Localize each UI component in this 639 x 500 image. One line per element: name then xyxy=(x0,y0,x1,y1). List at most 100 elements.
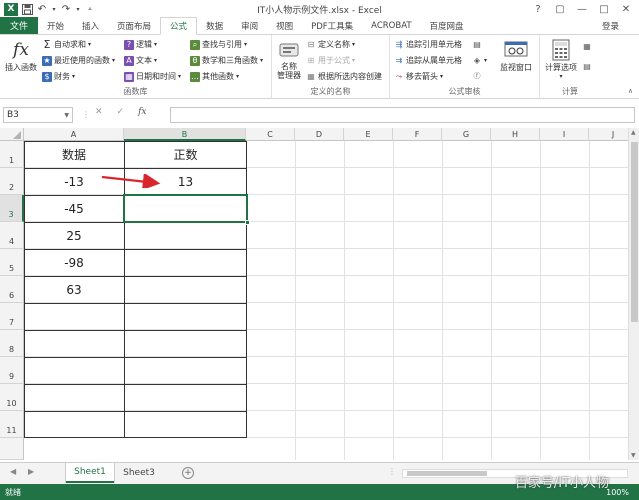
customize-qat-icon[interactable]: ⩡ xyxy=(84,3,96,15)
recent-functions-button[interactable]: ★ 最近使用的函数 ▾ xyxy=(42,55,115,66)
row-header-6[interactable]: 6 xyxy=(0,276,24,303)
financial-button[interactable]: $ 财务 ▾ xyxy=(42,71,75,82)
close-button[interactable]: ✕ xyxy=(615,0,637,18)
define-name-button[interactable]: ⊟ 定义名称 ▾ xyxy=(306,39,355,50)
tab-review[interactable]: 审阅 xyxy=(232,17,267,34)
evaluate-formula-button[interactable]: ⓕ xyxy=(472,71,482,81)
cancel-entry-button[interactable]: ✕ xyxy=(95,107,103,117)
error-checking-button[interactable]: ◈ ▾ xyxy=(472,55,487,65)
add-sheet-icon[interactable]: + xyxy=(182,467,194,479)
sheet-tab-sheet3[interactable]: Sheet3 xyxy=(116,463,162,483)
tab-acrobat[interactable]: ACROBAT xyxy=(362,17,420,34)
undo-dropdown-icon[interactable]: ▾ xyxy=(51,3,57,15)
row-header-2[interactable]: 2 xyxy=(0,168,24,195)
use-in-formula-button[interactable]: ⊞ 用于公式 ▾ xyxy=(306,55,355,66)
row-header-1[interactable]: 1 xyxy=(0,141,24,168)
column-header-b[interactable]: B xyxy=(124,128,246,141)
row-header-4[interactable]: 4 xyxy=(0,222,24,249)
undo-icon[interactable]: ↶ xyxy=(36,3,48,15)
scroll-up-icon[interactable]: ▲ xyxy=(631,129,636,136)
tab-split-grip-icon[interactable]: ⋮ xyxy=(388,467,396,476)
tab-baidu-netdisk[interactable]: 百度网盘 xyxy=(421,17,473,34)
vertical-scroll-thumb[interactable] xyxy=(631,142,638,322)
row-header-3[interactable]: 3 xyxy=(0,195,24,222)
row-header-5[interactable]: 5 xyxy=(0,249,24,276)
row-header-11[interactable]: 11 xyxy=(0,411,24,438)
row-header-8[interactable]: 8 xyxy=(0,330,24,357)
cell-a6[interactable]: 63 xyxy=(24,276,124,303)
use-in-formula-icon: ⊞ xyxy=(307,56,315,65)
minimize-button[interactable]: — xyxy=(571,0,593,18)
maximize-button[interactable]: □ xyxy=(593,0,615,18)
tab-insert[interactable]: 插入 xyxy=(73,17,108,34)
calculate-now-button[interactable]: ▦ xyxy=(582,41,592,51)
prev-sheet-icon[interactable]: ◀ xyxy=(10,467,16,476)
column-header-i[interactable]: I xyxy=(540,128,589,141)
text-button[interactable]: A 文本 ▾ xyxy=(124,55,157,66)
column-header-f[interactable]: F xyxy=(393,128,442,141)
logical-button[interactable]: ? 逻辑 ▾ xyxy=(124,39,157,50)
tab-pdf-tools[interactable]: PDF工具集 xyxy=(302,17,362,34)
confirm-entry-button[interactable]: ✓ xyxy=(117,107,125,117)
column-header-c[interactable]: C xyxy=(246,128,295,141)
watch-window-button[interactable]: 监视窗口 xyxy=(496,38,536,73)
more-functions-button[interactable]: … 其他函数 ▾ xyxy=(190,71,239,82)
next-sheet-icon[interactable]: ▶ xyxy=(28,467,34,476)
cell-a1[interactable]: 数据 xyxy=(24,141,124,168)
cell-a5[interactable]: -98 xyxy=(24,249,124,276)
math-trig-button[interactable]: θ 数学和三角函数 ▾ xyxy=(190,55,263,66)
row-header-10[interactable]: 10 xyxy=(0,384,24,411)
trace-precedents-button[interactable]: ⇶ 追踪引用单元格 xyxy=(394,39,462,50)
insert-function-fx-button[interactable]: fx xyxy=(138,107,146,117)
select-all-corner[interactable] xyxy=(0,128,24,141)
column-header-d[interactable]: D xyxy=(295,128,344,141)
zoom-level[interactable]: 100% xyxy=(606,488,629,497)
redo-dropdown-icon[interactable]: ▾ xyxy=(75,3,81,15)
lookup-button[interactable]: ⌕ 查找与引用 ▾ xyxy=(190,39,247,50)
row-header-7[interactable]: 7 xyxy=(0,303,24,330)
formula-input[interactable] xyxy=(170,107,635,123)
collapse-ribbon-icon[interactable]: ∧ xyxy=(628,87,633,95)
create-from-selection-button[interactable]: ▦ 根据所选内容创建 xyxy=(306,71,382,82)
help-button[interactable]: ? xyxy=(527,0,549,18)
tab-formulas[interactable]: 公式 xyxy=(160,17,198,35)
column-header-g[interactable]: G xyxy=(442,128,491,141)
cell-a4[interactable]: 25 xyxy=(24,222,124,249)
column-header-a[interactable]: A xyxy=(24,128,124,141)
column-header-h[interactable]: H xyxy=(491,128,540,141)
ribbon-display-button[interactable]: ▢ xyxy=(549,0,571,18)
datetime-button[interactable]: ▦ 日期和时间 ▾ xyxy=(124,71,181,82)
save-icon[interactable] xyxy=(21,3,33,15)
calculate-sheet-button[interactable]: ▤ xyxy=(582,61,592,71)
fill-handle[interactable] xyxy=(245,220,250,225)
cell-a3[interactable]: -45 xyxy=(24,195,124,222)
insert-function-button[interactable]: fx 插入函数 xyxy=(3,38,39,73)
sheet-tab-sheet1[interactable]: Sheet1 xyxy=(66,463,114,483)
show-formulas-button[interactable]: ▤ xyxy=(472,39,482,49)
trace-dependents-button[interactable]: ⇉ 追踪从属单元格 xyxy=(394,55,462,66)
tab-file[interactable]: 文件 xyxy=(0,17,38,34)
remove-arrows-button[interactable]: ⤳ 移去箭头 ▾ xyxy=(394,71,443,82)
vertical-scrollbar[interactable]: ▲ ▼ xyxy=(628,128,639,460)
redo-icon[interactable]: ↷ xyxy=(60,3,72,15)
name-box-dropdown-icon[interactable]: ▼ xyxy=(64,112,69,119)
horizontal-scroll-thumb[interactable] xyxy=(407,471,487,476)
column-header-e[interactable]: E xyxy=(344,128,393,141)
scroll-down-icon[interactable]: ▼ xyxy=(631,452,636,459)
tab-view[interactable]: 视图 xyxy=(267,17,302,34)
tab-home[interactable]: 开始 xyxy=(38,17,73,34)
row-header-12[interactable] xyxy=(0,438,24,460)
tab-data[interactable]: 数据 xyxy=(197,17,232,34)
name-manager-button[interactable]: 名称 管理器 xyxy=(274,38,304,80)
column-header-j[interactable]: J xyxy=(589,128,628,141)
sign-in-link[interactable]: 登录 xyxy=(602,17,639,34)
autosum-button[interactable]: Σ 自动求和 ▾ xyxy=(42,38,92,51)
calculation-options-button[interactable]: 计算选项 ▾ xyxy=(542,38,580,80)
cell-b1[interactable]: 正数 xyxy=(124,141,247,168)
horizontal-scrollbar[interactable] xyxy=(402,469,628,478)
name-box[interactable]: B3 ▼ xyxy=(3,107,73,123)
worksheet-grid[interactable]: A B C D E F G H I J 1 2 3 4 5 6 7 8 9 10… xyxy=(0,128,628,460)
tab-page-layout[interactable]: 页面布局 xyxy=(108,17,160,34)
row-header-9[interactable]: 9 xyxy=(0,357,24,384)
selected-cell-b3[interactable] xyxy=(123,194,250,225)
